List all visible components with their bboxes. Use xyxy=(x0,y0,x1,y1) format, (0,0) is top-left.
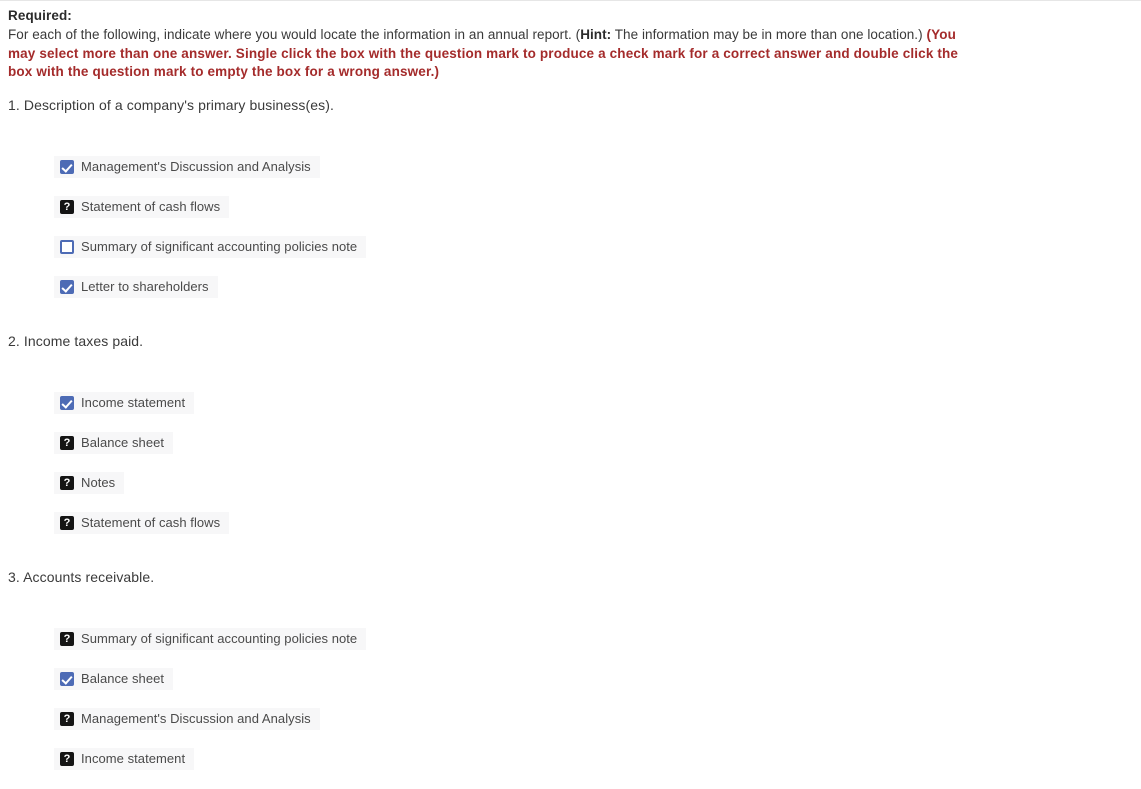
option-label: Summary of significant accounting polici… xyxy=(81,631,358,646)
option-label: Management's Discussion and Analysis xyxy=(81,711,311,726)
instructions-text-part-2: The information may be in more than one … xyxy=(611,27,927,42)
required-label: Required: xyxy=(8,8,72,23)
option-label: Balance sheet xyxy=(81,671,165,686)
question-block: 3. Accounts receivable. Summary of signif… xyxy=(8,568,367,770)
option-label: Letter to shareholders xyxy=(81,279,209,294)
option-row[interactable]: Letter to shareholders xyxy=(54,276,218,298)
question-block: 2. Income taxes paid. Income statement Bal… xyxy=(8,332,230,534)
instructions-paragraph: For each of the following, indicate wher… xyxy=(0,26,1141,82)
question-mark-box-icon[interactable] xyxy=(60,752,74,766)
checkmark-box-icon[interactable] xyxy=(60,396,74,410)
option-row[interactable]: Statement of cash flows xyxy=(54,512,230,534)
exercise-page: Required: For each of the following, ind… xyxy=(0,0,1141,770)
option-label: Statement of cash flows xyxy=(81,515,221,530)
question-block: 1. Description of a company's primary bu… xyxy=(8,96,367,298)
question-mark-box-icon[interactable] xyxy=(60,436,74,450)
instructions-text-part-1: For each of the following, indicate wher… xyxy=(8,27,581,42)
option-row[interactable]: Notes xyxy=(54,472,125,494)
option-row[interactable]: Management's Discussion and Analysis xyxy=(54,708,320,730)
option-label: Balance sheet xyxy=(81,435,165,450)
question-mark-box-icon[interactable] xyxy=(60,516,74,530)
question-mark-box-icon[interactable] xyxy=(60,632,74,646)
question-mark-box-icon[interactable] xyxy=(60,712,74,726)
empty-box-icon[interactable] xyxy=(60,240,74,254)
option-label: Summary of significant accounting polici… xyxy=(81,239,358,254)
question-text: 2. Income taxes paid. xyxy=(8,333,144,349)
question-text: 3. Accounts receivable. xyxy=(8,569,155,585)
option-label: Notes xyxy=(81,475,116,490)
option-row[interactable]: Balance sheet xyxy=(54,668,174,690)
option-row[interactable]: Management's Discussion and Analysis xyxy=(54,156,320,178)
question-mark-box-icon[interactable] xyxy=(60,476,74,490)
checkmark-box-icon[interactable] xyxy=(60,280,74,294)
option-row[interactable]: Balance sheet xyxy=(54,432,174,454)
option-label: Statement of cash flows xyxy=(81,199,221,214)
checkmark-box-icon[interactable] xyxy=(60,160,74,174)
hint-label: Hint: xyxy=(580,27,612,42)
option-label: Income statement xyxy=(81,395,186,410)
option-row[interactable]: Statement of cash flows xyxy=(54,196,230,218)
question-text: 1. Description of a company's primary bu… xyxy=(8,97,335,113)
checkmark-box-icon[interactable] xyxy=(60,672,74,686)
option-row[interactable]: Income statement xyxy=(54,392,195,414)
option-row[interactable]: Summary of significant accounting polici… xyxy=(54,628,367,650)
option-label: Income statement xyxy=(81,751,186,766)
option-label: Management's Discussion and Analysis xyxy=(81,159,311,174)
question-mark-box-icon[interactable] xyxy=(60,200,74,214)
option-row[interactable]: Income statement xyxy=(54,748,195,770)
option-row[interactable]: Summary of significant accounting polici… xyxy=(54,236,367,258)
